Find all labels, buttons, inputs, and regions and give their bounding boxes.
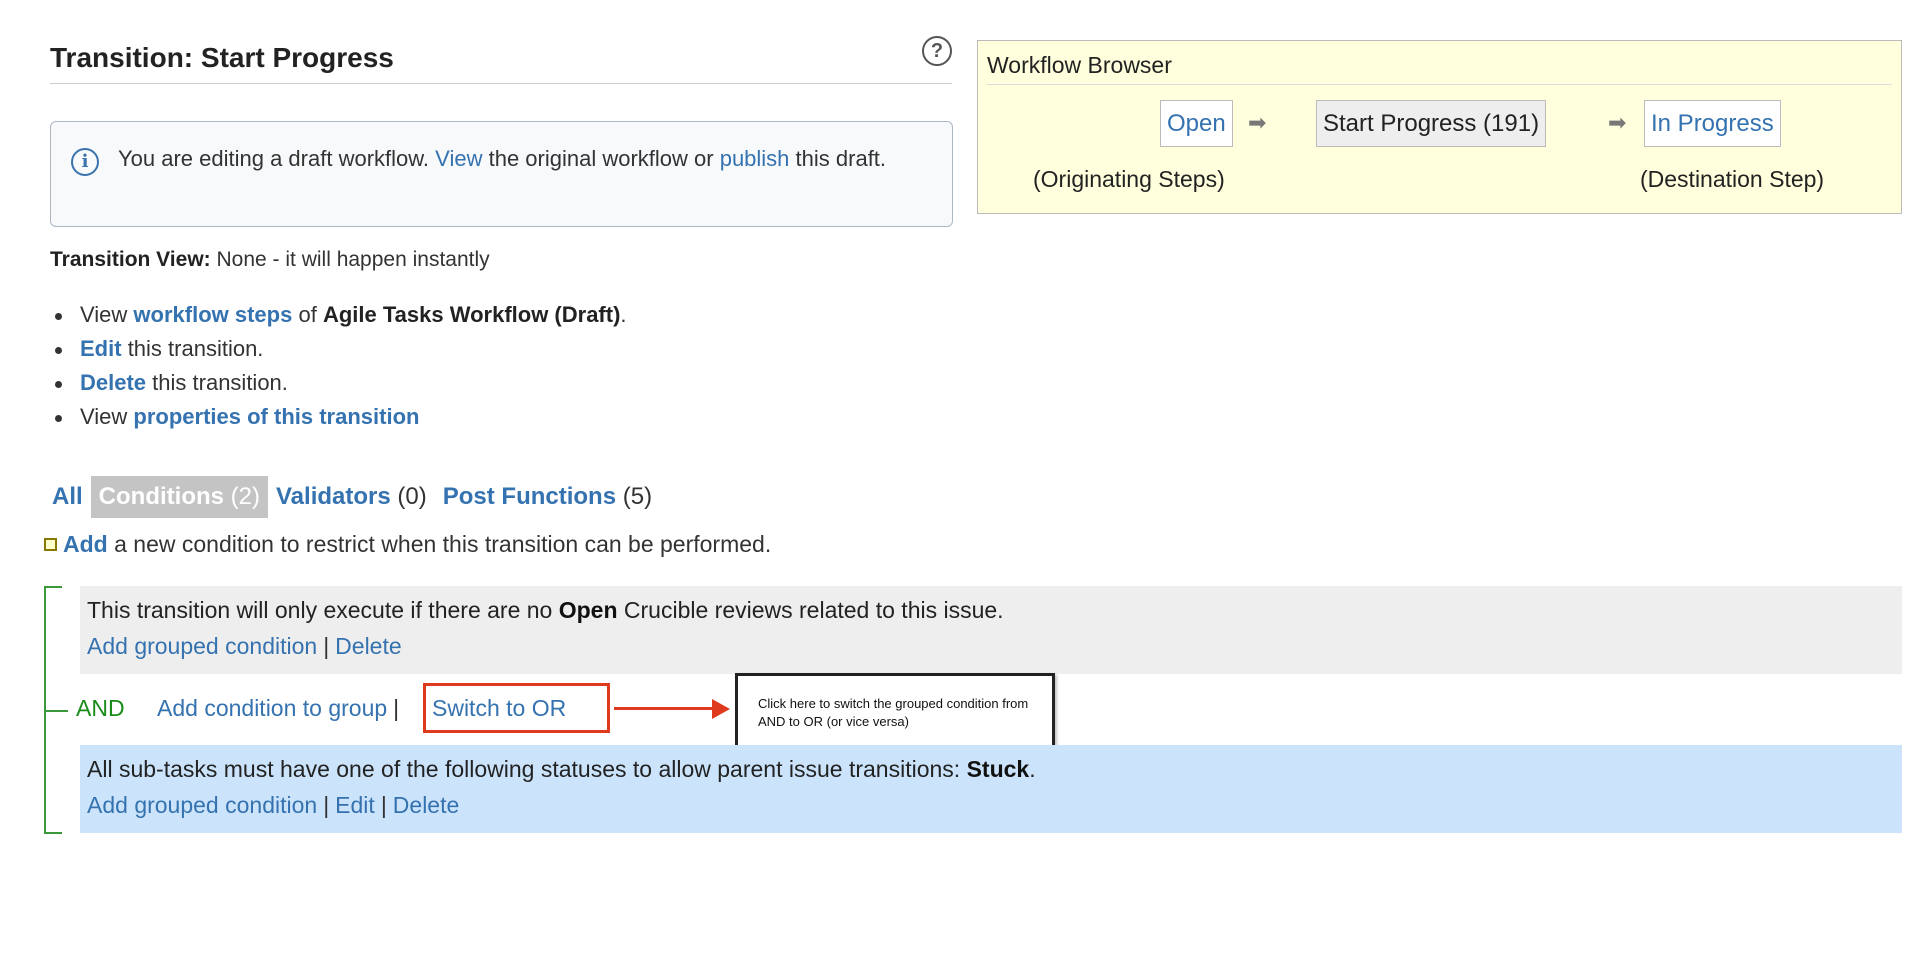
title-divider — [50, 83, 952, 84]
destination-step-caption: (Destination Step) — [1640, 166, 1825, 192]
info-text-middle: the original workflow or — [488, 146, 714, 171]
transition-properties-link[interactable]: properties of this transition — [133, 404, 419, 429]
condition-tree-branch — [44, 710, 68, 712]
destination-step-in-progress[interactable]: In Progress — [1644, 100, 1781, 147]
add-condition-link[interactable]: Add — [63, 531, 108, 558]
arrow-right-icon: ➡ — [1248, 110, 1267, 135]
transition-tabs: All Conditions (2) Validators (0) Post F… — [44, 476, 660, 518]
group-operator-label: AND — [76, 695, 125, 721]
help-icon[interactable]: ? — [922, 36, 952, 66]
annotation-arrow — [614, 707, 714, 710]
info-text-before: You are editing a draft workflow. — [118, 146, 430, 171]
workflow-browser-title: Workflow Browser — [987, 52, 1172, 78]
add-grouped-condition-link[interactable]: Add grouped condition — [87, 633, 317, 659]
add-grouped-condition-link[interactable]: Add grouped condition — [87, 792, 317, 818]
workflow-name: Agile Tasks Workflow (Draft) — [322, 302, 621, 327]
condition-description: All sub-tasks must have one of the follo… — [87, 756, 1036, 782]
origin-step-open[interactable]: Open — [1160, 100, 1233, 147]
transition-view: Transition View: None - it will happen i… — [50, 248, 490, 272]
annotation-callout: Click here to switch the grouped conditi… — [735, 673, 1055, 749]
add-icon — [44, 538, 57, 551]
list-item: Edit this transition. — [55, 332, 627, 366]
view-original-link[interactable]: View — [435, 146, 482, 171]
page-title: Transition: Start Progress — [50, 42, 394, 73]
annotation-arrow-head — [712, 699, 730, 719]
add-condition-to-group-link[interactable]: Add condition to group — [157, 695, 387, 721]
group-actions: Add condition to group | — [157, 695, 400, 721]
list-item: Delete this transition. — [55, 366, 627, 400]
add-condition-description: a new condition to restrict when this tr… — [114, 531, 772, 557]
switch-to-or-link[interactable]: Switch to OR — [432, 695, 566, 722]
delete-transition-link[interactable]: Delete — [80, 370, 146, 395]
condition-actions: Add grouped condition | Delete — [87, 633, 402, 659]
workflow-browser-divider — [987, 84, 1892, 85]
publish-link[interactable]: publish — [720, 146, 790, 171]
condition-actions: Add grouped condition | Edit | Delete — [87, 792, 460, 818]
condition-tree-branch — [44, 832, 62, 834]
workflow-steps-link[interactable]: workflow steps — [133, 302, 292, 327]
tab-post-functions[interactable]: Post Functions (5) — [435, 476, 660, 518]
draft-info-text: You are editing a draft workflow. View t… — [118, 142, 918, 176]
delete-condition-link[interactable]: Delete — [393, 792, 459, 818]
list-item: View properties of this transition — [55, 400, 627, 434]
transition-view-value: None - it will happen instantly — [216, 248, 490, 271]
arrow-right-icon: ➡ — [1608, 110, 1627, 135]
transition-view-label: Transition View: — [50, 248, 211, 271]
originating-steps-caption: (Originating Steps) — [1033, 166, 1225, 192]
transition-actions-list: View workflow steps of Agile Tasks Workf… — [55, 298, 627, 434]
tab-all[interactable]: All — [44, 476, 91, 518]
tab-validators[interactable]: Validators (0) — [268, 476, 435, 518]
edit-transition-link[interactable]: Edit — [80, 336, 122, 361]
current-transition: Start Progress (191) — [1316, 100, 1547, 147]
condition-description: This transition will only execute if the… — [87, 597, 1004, 623]
condition-tree-branch — [44, 586, 62, 588]
info-text-after: this draft. — [795, 146, 887, 171]
tab-conditions[interactable]: Conditions (2) — [90, 476, 268, 518]
edit-condition-link[interactable]: Edit — [335, 792, 375, 818]
info-icon: i — [71, 148, 99, 176]
delete-condition-link[interactable]: Delete — [335, 633, 401, 659]
add-condition-row: Add a new condition to restrict when thi… — [44, 531, 771, 558]
list-item: View workflow steps of Agile Tasks Workf… — [55, 298, 627, 332]
